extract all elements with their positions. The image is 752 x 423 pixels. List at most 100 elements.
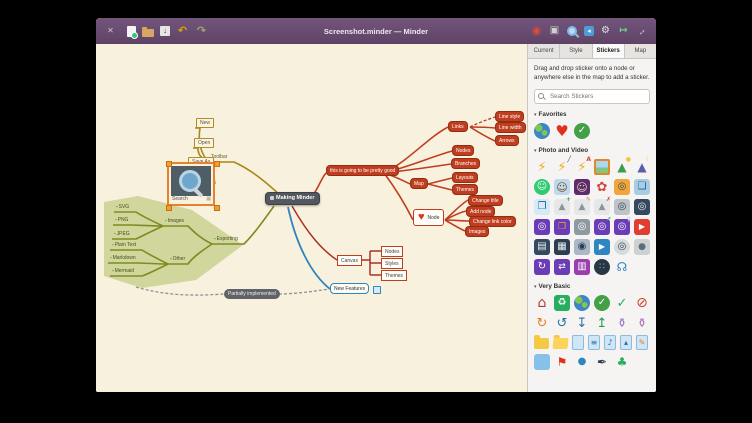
sticker-refresh-orange[interactable]: ↻ [534,315,550,331]
note-attachment-icon[interactable] [373,286,381,294]
sticker-camera-restart[interactable]: ↻ [534,259,550,275]
sticker-search-input[interactable] [548,92,646,101]
sticker-webcam[interactable]: ◎ [614,239,630,255]
zoom-button[interactable] [566,25,579,38]
tab-current[interactable]: Current [528,44,560,58]
sticker-check-circle[interactable]: ✓ [594,295,610,311]
sticker-mountains-night[interactable]: ▲☾ [634,159,650,175]
sticker-trash-can-full[interactable]: ⚱ [634,315,650,331]
sticker-man-running[interactable]: ☺ [534,179,550,195]
sticker-film-frames[interactable]: ▦ [554,239,570,255]
sticker-camera-switch[interactable]: ⇄ [554,259,570,275]
save-button[interactable]: ↓ [160,26,170,36]
sticker-no-entry[interactable]: ⊘ [634,295,650,311]
sticker-mountains-sun[interactable]: ▲● [614,159,630,175]
new-document-button[interactable] [127,26,136,37]
node-change-title[interactable]: Change title [468,195,503,206]
sticker-flash-off[interactable]: ⚡╱ [554,159,570,175]
settings-button[interactable]: ⚙ [599,25,612,38]
node-branches[interactable]: Branches [451,158,480,169]
sticker-refresh-blue[interactable]: ↺ [554,315,570,331]
node-partially-implemented[interactable]: Partially implemented [224,289,280,299]
sticker-trash-can[interactable]: ⚱ [614,315,630,331]
node-open[interactable]: Open [194,138,214,148]
sticker-folder-open[interactable] [552,338,568,349]
sticker-camera-flash[interactable]: ◎ [614,179,630,195]
sticker-video-camera[interactable]: ▶ [594,239,610,255]
node-styles[interactable]: Styles [381,258,403,269]
node-new-features[interactable]: New Features [330,283,369,294]
sticker-search-box[interactable] [534,89,650,104]
sticker-camera-purple[interactable]: ◎ [534,219,550,235]
sticker-photos[interactable]: ❏ [634,179,650,195]
close-button[interactable]: ✕ [104,25,117,38]
sticker-microphone[interactable]: ☊ [614,259,630,275]
export-button[interactable]: ◂ [584,26,594,36]
sticker-tulip[interactable]: ✿ [594,179,610,195]
selection-handle[interactable] [214,205,220,211]
node-themes[interactable]: Themes [452,184,478,195]
node-map[interactable]: Map [410,178,428,189]
node-line-style[interactable]: Line style [495,111,524,122]
node-nodes[interactable]: Nodes [452,145,474,156]
section-header-very-basic[interactable]: ▾Very Basic [528,278,656,292]
sticker-camera-lens[interactable]: ● [634,239,650,255]
node-nodes[interactable]: Nodes [381,246,403,257]
sticker-globe[interactable] [574,295,590,311]
section-header-favorites[interactable]: ▾Favorites [528,106,656,120]
sticker-bookmark-red[interactable]: ⚑ [554,354,570,370]
sticker-download[interactable]: ↧ [574,315,590,331]
node-images[interactable]: ▪Images [165,218,184,224]
sticker-camcorder[interactable]: ◉ [574,239,590,255]
sticker-check-circle[interactable]: ✓ [574,123,590,139]
sticker-camera-with-photo[interactable]: ❒ [554,219,570,235]
tab-style[interactable]: Style [560,44,592,58]
node-this-is-going-to-be-pretty-good[interactable]: this is going to be pretty good [326,165,399,176]
image-resize-icon[interactable]: ▦ [206,196,211,202]
node-other[interactable]: ▪Other [170,256,185,262]
selection-handle[interactable] [214,161,220,167]
node-jpeg[interactable]: ▪JPEG [114,231,130,237]
gallery-button[interactable]: ▣ [548,25,561,38]
sticker-card-blue[interactable] [534,354,550,370]
sticker-folder[interactable] [534,338,549,349]
sticker-photo-stack[interactable]: ❐ [534,199,550,215]
node-themes[interactable]: Themes [381,270,407,281]
sticker-movie-reel[interactable]: ∷ [594,259,610,275]
sticker-image-edit[interactable]: ▲✎ [574,199,590,215]
redo-button[interactable]: ↷ [195,25,208,38]
sticker-upload[interactable]: ↥ [594,315,610,331]
selection-handle[interactable] [166,205,172,211]
sticker-pen[interactable]: ✒ [594,354,610,370]
sticker-globe[interactable] [534,123,550,139]
node-search[interactable]: Search▦ [167,162,215,206]
tab-map[interactable]: Map [625,44,656,58]
undo-button[interactable]: ↶ [176,25,189,38]
sticker-plant[interactable]: ♣ [614,354,630,370]
sticker-image-remove[interactable]: ▲✗ [594,199,610,215]
node-images[interactable]: Images [465,226,489,237]
sticker-flash[interactable]: ⚡ [534,159,550,175]
sticker-portrait[interactable]: ☺ [554,179,570,195]
sticker-marker-blue[interactable]: ● [574,354,590,370]
mindmap-canvas[interactable]: Making MinderToolbarNewOpenSave AsSearch… [96,44,527,392]
sticker-file-blank[interactable] [572,335,584,350]
node-making-minder[interactable]: Making Minder [265,192,320,205]
section-header-photo-and-video[interactable]: ▾Photo and Video [528,142,656,156]
sticker-note-edit[interactable]: ✎ [636,335,648,350]
sticker-check-mark[interactable]: ✓ [614,295,630,311]
fullscreen-button[interactable]: ↔ [632,22,650,40]
node-line-width[interactable]: Line width [495,122,526,133]
node-png[interactable]: ▪PNG [115,217,128,223]
node-markdown[interactable]: ▪Markdown [110,255,136,261]
node-new[interactable]: New [196,118,214,128]
sticker-portrait-night[interactable]: ☺ [574,179,590,195]
sticker-framed-picture[interactable] [594,159,610,175]
sticker-document-image[interactable]: ▴ [620,335,632,350]
node-node[interactable]: ♥Node [413,209,444,226]
node-layouts[interactable]: Layouts [452,172,478,183]
sticker-clapperboard[interactable]: ▤ [534,239,550,255]
node-canvas[interactable]: Canvas [337,255,362,266]
node-mermaid[interactable]: ▪Mermaid [112,268,134,274]
titlebar[interactable]: ✕↓↶↷ Screenshot.minder — Minder ◉▣◂⚙↦↔ [96,18,656,45]
